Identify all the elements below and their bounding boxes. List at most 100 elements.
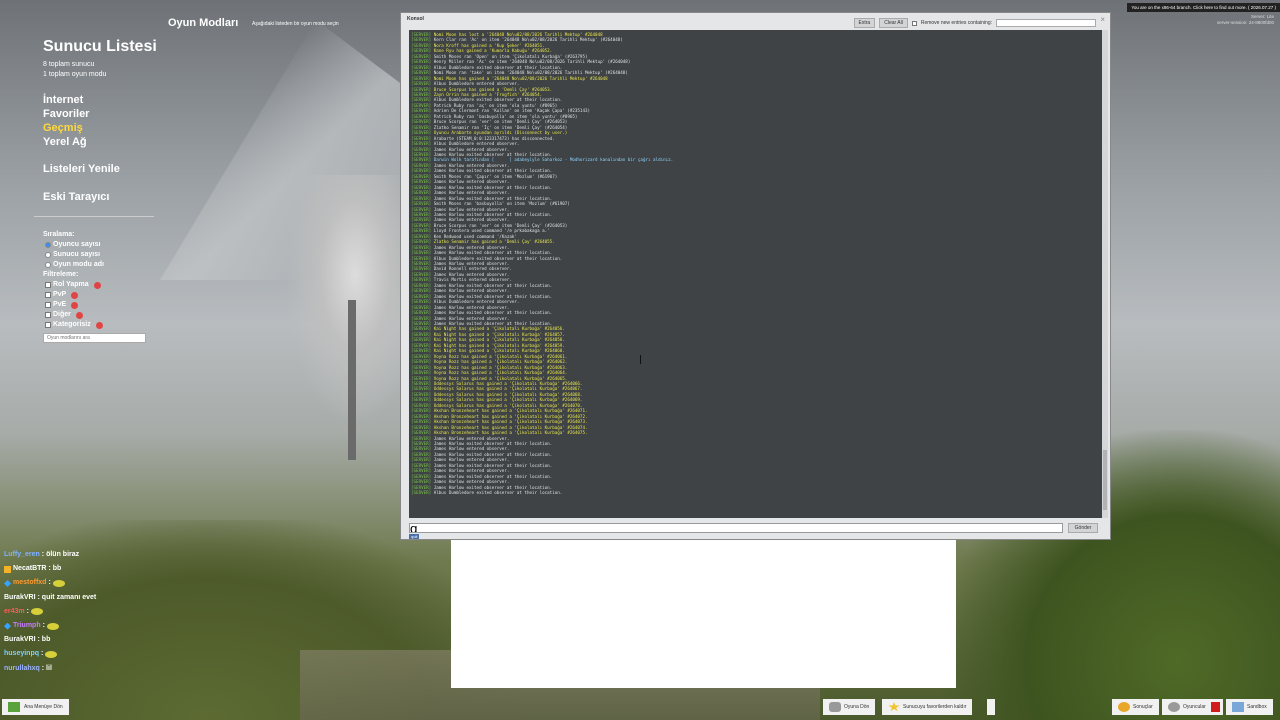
log-text: James Harlow exited observer at their lo… — [433, 282, 553, 288]
chat-username[interactable]: Triumph — [13, 619, 41, 633]
branch-notice[interactable]: You are on the x86-64 branch. Click here… — [1127, 3, 1280, 12]
server-tag: [SERVER] — [411, 321, 434, 327]
refresh-lists-button[interactable]: Listeleri Yenile — [43, 163, 120, 175]
results-button[interactable]: Sonuçlar — [1112, 699, 1159, 715]
sandbox-button[interactable]: Sandbox — [1226, 699, 1273, 715]
server-tag: [SERVER] — [411, 473, 434, 479]
chat-username[interactable]: nurullahxq — [4, 662, 40, 676]
console-toolbar: Extra Clear All Remove new entries conta… — [853, 18, 1096, 28]
sort-option-players[interactable]: Oyuncu sayısı — [45, 240, 104, 250]
content-panel — [451, 540, 956, 688]
console-title: Konsol — [407, 16, 424, 22]
server-tag: [SERVER] — [411, 288, 434, 294]
nav-favorites[interactable]: Favoriler — [43, 107, 89, 121]
results-label: Sonuçlar — [1133, 704, 1153, 710]
log-text: Kane Ryu has gained a 'Kumarla Kabuğu' #… — [433, 48, 553, 54]
remove-favorite-button[interactable]: Sunucuyu favorilerden kaldır — [882, 699, 973, 715]
chat-username[interactable]: NecatBTR — [13, 562, 46, 576]
ban-icon — [71, 291, 79, 299]
chat-feed: Luffy_eren : ölün biraz NecatBTR : bb mest… — [4, 548, 96, 676]
log-text: Kai Night has gained a 'Çikolatalı Kurba… — [433, 331, 565, 337]
chat-username[interactable]: huseyinpq — [4, 647, 39, 661]
server-tag: [SERVER] — [411, 304, 434, 310]
clear-all-button[interactable]: Clear All — [879, 18, 908, 28]
server-tag: [SERVER] — [411, 168, 434, 174]
log-text: Lloyd Frontera used command '/e prkabaka… — [433, 228, 550, 234]
autocomplete-suggestion[interactable]: quit — [409, 534, 420, 539]
chat-message: er43m : — [4, 605, 96, 619]
log-text: Kai Night has gained a 'Çikolatalı Kurba… — [433, 326, 565, 332]
send-button[interactable]: Gönder — [1068, 523, 1098, 533]
ban-icon — [95, 321, 103, 329]
ban-icon — [75, 311, 83, 319]
emote-icon — [30, 608, 43, 616]
nav-local[interactable]: Yerel Ağ — [43, 135, 89, 149]
diamond-icon — [4, 622, 11, 630]
chat-username[interactable]: BurakVRI — [4, 633, 36, 647]
nav-internet[interactable]: İnternet — [43, 93, 89, 107]
log-text: James Harlow entered observer. — [433, 446, 510, 452]
server-tag: [SERVER] — [411, 424, 434, 430]
return-game-button[interactable]: Oyuna Dön — [823, 699, 876, 715]
log-text: James Harlow entered observer. — [433, 244, 510, 250]
scrollbar-thumb[interactable] — [1103, 450, 1107, 510]
server-tag: [SERVER] — [411, 310, 434, 316]
log-text: Akshan Bronzeheart has gained a 'Çikolat… — [433, 408, 588, 414]
remove-entries-input[interactable] — [996, 19, 1096, 27]
console-scrollbar[interactable] — [1102, 30, 1108, 518]
server-tag: [SERVER] — [411, 141, 434, 147]
players-button[interactable]: Oyuncular — [1162, 699, 1212, 715]
console-command-input[interactable] — [409, 523, 1063, 533]
chat-username[interactable]: BurakVRI — [4, 591, 36, 605]
server-tag: [SERVER] — [411, 37, 434, 43]
sort-option-servers[interactable]: Sunucu sayısı — [45, 250, 104, 260]
emote-icon — [52, 580, 65, 587]
log-text: James Harlow entered observer. — [433, 146, 510, 152]
log-text: Kai Night has gained a 'Çikolatalı Kurba… — [433, 348, 565, 354]
log-text: James Harlow exited observer at their lo… — [433, 310, 553, 316]
server-tag: [SERVER] — [411, 97, 434, 103]
log-text: Kai Night has gained a 'Çikolatalı Kurba… — [433, 337, 565, 343]
sort-option-name[interactable]: Oyun modu adı — [45, 260, 104, 270]
filter-other[interactable]: Diğer — [45, 310, 104, 320]
chat-message: mestoffxd : — [4, 576, 96, 590]
log-text: James Harlow entered observer. — [433, 457, 510, 463]
nav-history[interactable]: Geçmiş — [43, 121, 89, 135]
log-text: Henry Miller ran 'Ac' on item '264048 No… — [433, 59, 631, 65]
chat-text: : — [48, 579, 51, 587]
filter-label: PvE — [53, 301, 67, 308]
legacy-browser-button[interactable]: Eski Tarayıcı — [43, 191, 109, 203]
filter-pvp[interactable]: PvP — [45, 290, 104, 300]
extra-button[interactable]: Extra — [853, 18, 876, 28]
server-tag: [SERVER] — [411, 331, 434, 337]
log-text: Arabarte (STEAM_0:0:123317473) has disco… — [433, 135, 555, 141]
chat-message: Luffy_eren : ölün biraz — [4, 548, 96, 562]
server-tag: [SERVER] — [411, 271, 434, 277]
server-tag: [SERVER] — [411, 206, 434, 212]
log-text: James Harlow exited observer at their lo… — [433, 473, 553, 479]
close-icon[interactable]: × — [1100, 15, 1105, 24]
chat-username[interactable]: mestoffxd — [13, 576, 46, 590]
server-tag: [SERVER] — [411, 402, 434, 408]
main-menu-button[interactable]: Ana Menüye Dön — [2, 699, 69, 715]
chat-text: : — [26, 607, 29, 615]
remove-entries-checkbox[interactable] — [911, 20, 917, 26]
chat-username[interactable]: Luffy_eren — [4, 548, 40, 562]
flag-button[interactable] — [1208, 699, 1223, 715]
chat-text: : quit zamanı evet — [37, 593, 97, 601]
log-text: Akshan Bronzeheart has gained a 'Çikolat… — [433, 419, 588, 425]
filter-roleplay[interactable]: Rol Yapma — [45, 280, 104, 290]
log-text: James Harlow entered observer. — [433, 468, 510, 474]
server-tag: [SERVER] — [411, 386, 434, 392]
log-text: Travis Mortis entered observer. — [433, 277, 512, 283]
filter-uncategorized[interactable]: Kategorisiz — [45, 320, 104, 330]
server-tag: [SERVER] — [411, 179, 434, 185]
server-tag: [SERVER] — [411, 135, 434, 141]
filter-pve[interactable]: PvE — [45, 300, 104, 310]
server-tag: [SERVER] — [411, 233, 434, 239]
server-tag: [SERVER] — [411, 479, 434, 485]
server-tag: [SERVER] — [411, 266, 434, 272]
chat-username[interactable]: er43m — [4, 605, 25, 619]
gamemode-search-input[interactable] — [43, 333, 146, 343]
server-count: 8 toplam sunucu — [43, 61, 95, 68]
